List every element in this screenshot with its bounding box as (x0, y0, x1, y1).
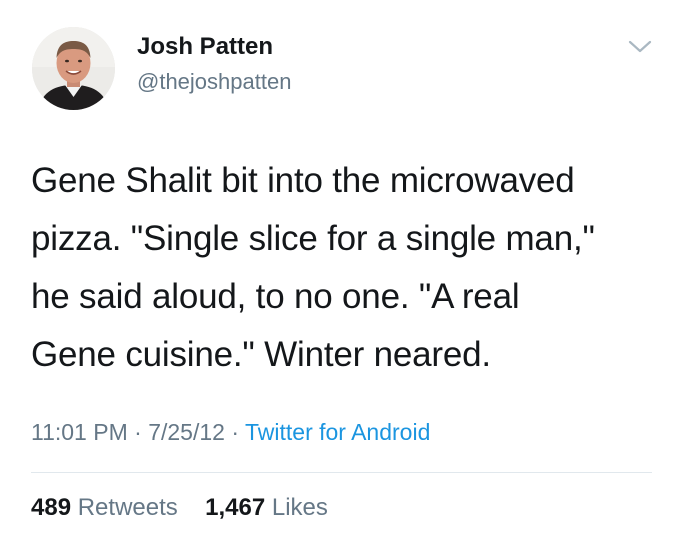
divider (31, 472, 652, 473)
tweet-stats: 489 Retweets 1,467 Likes (31, 494, 328, 522)
tweet-time[interactable]: 11:01 PM (31, 419, 128, 445)
likes-count: 1,467 (205, 494, 266, 521)
tweet-date[interactable]: 7/25/12 (148, 419, 225, 445)
author-handle[interactable]: @thejoshpatten (137, 69, 291, 95)
avatar-image (32, 27, 115, 110)
tweet-card: Josh Patten @thejoshpatten Gene Shalit b… (0, 0, 680, 544)
chevron-down-icon[interactable] (626, 36, 654, 58)
tweet-text-line: pizza. "Single slice for a single man," (31, 219, 595, 258)
meta-separator: · (134, 419, 142, 445)
author-name[interactable]: Josh Patten (137, 33, 273, 61)
tweet-text-line: Gene cuisine." Winter neared. (31, 335, 491, 374)
tweet-text: Gene Shalit bit into the microwaved pizz… (31, 152, 661, 384)
tweet-meta: 11:01 PM · 7/25/12 · Twitter for Android (31, 419, 430, 446)
avatar[interactable] (32, 27, 115, 110)
retweets-stat[interactable]: 489 Retweets (31, 494, 184, 521)
likes-label: Likes (271, 494, 328, 521)
likes-stat[interactable]: 1,467 Likes (198, 494, 328, 521)
retweets-count: 489 (31, 494, 72, 521)
tweet-text-line: he said aloud, to no one. "A real (31, 277, 520, 316)
retweets-label: Retweets (77, 494, 178, 521)
tweet-source-link[interactable]: Twitter for Android (245, 419, 430, 445)
tweet-text-line: Gene Shalit bit into the microwaved (31, 161, 575, 200)
meta-separator: · (231, 419, 240, 445)
